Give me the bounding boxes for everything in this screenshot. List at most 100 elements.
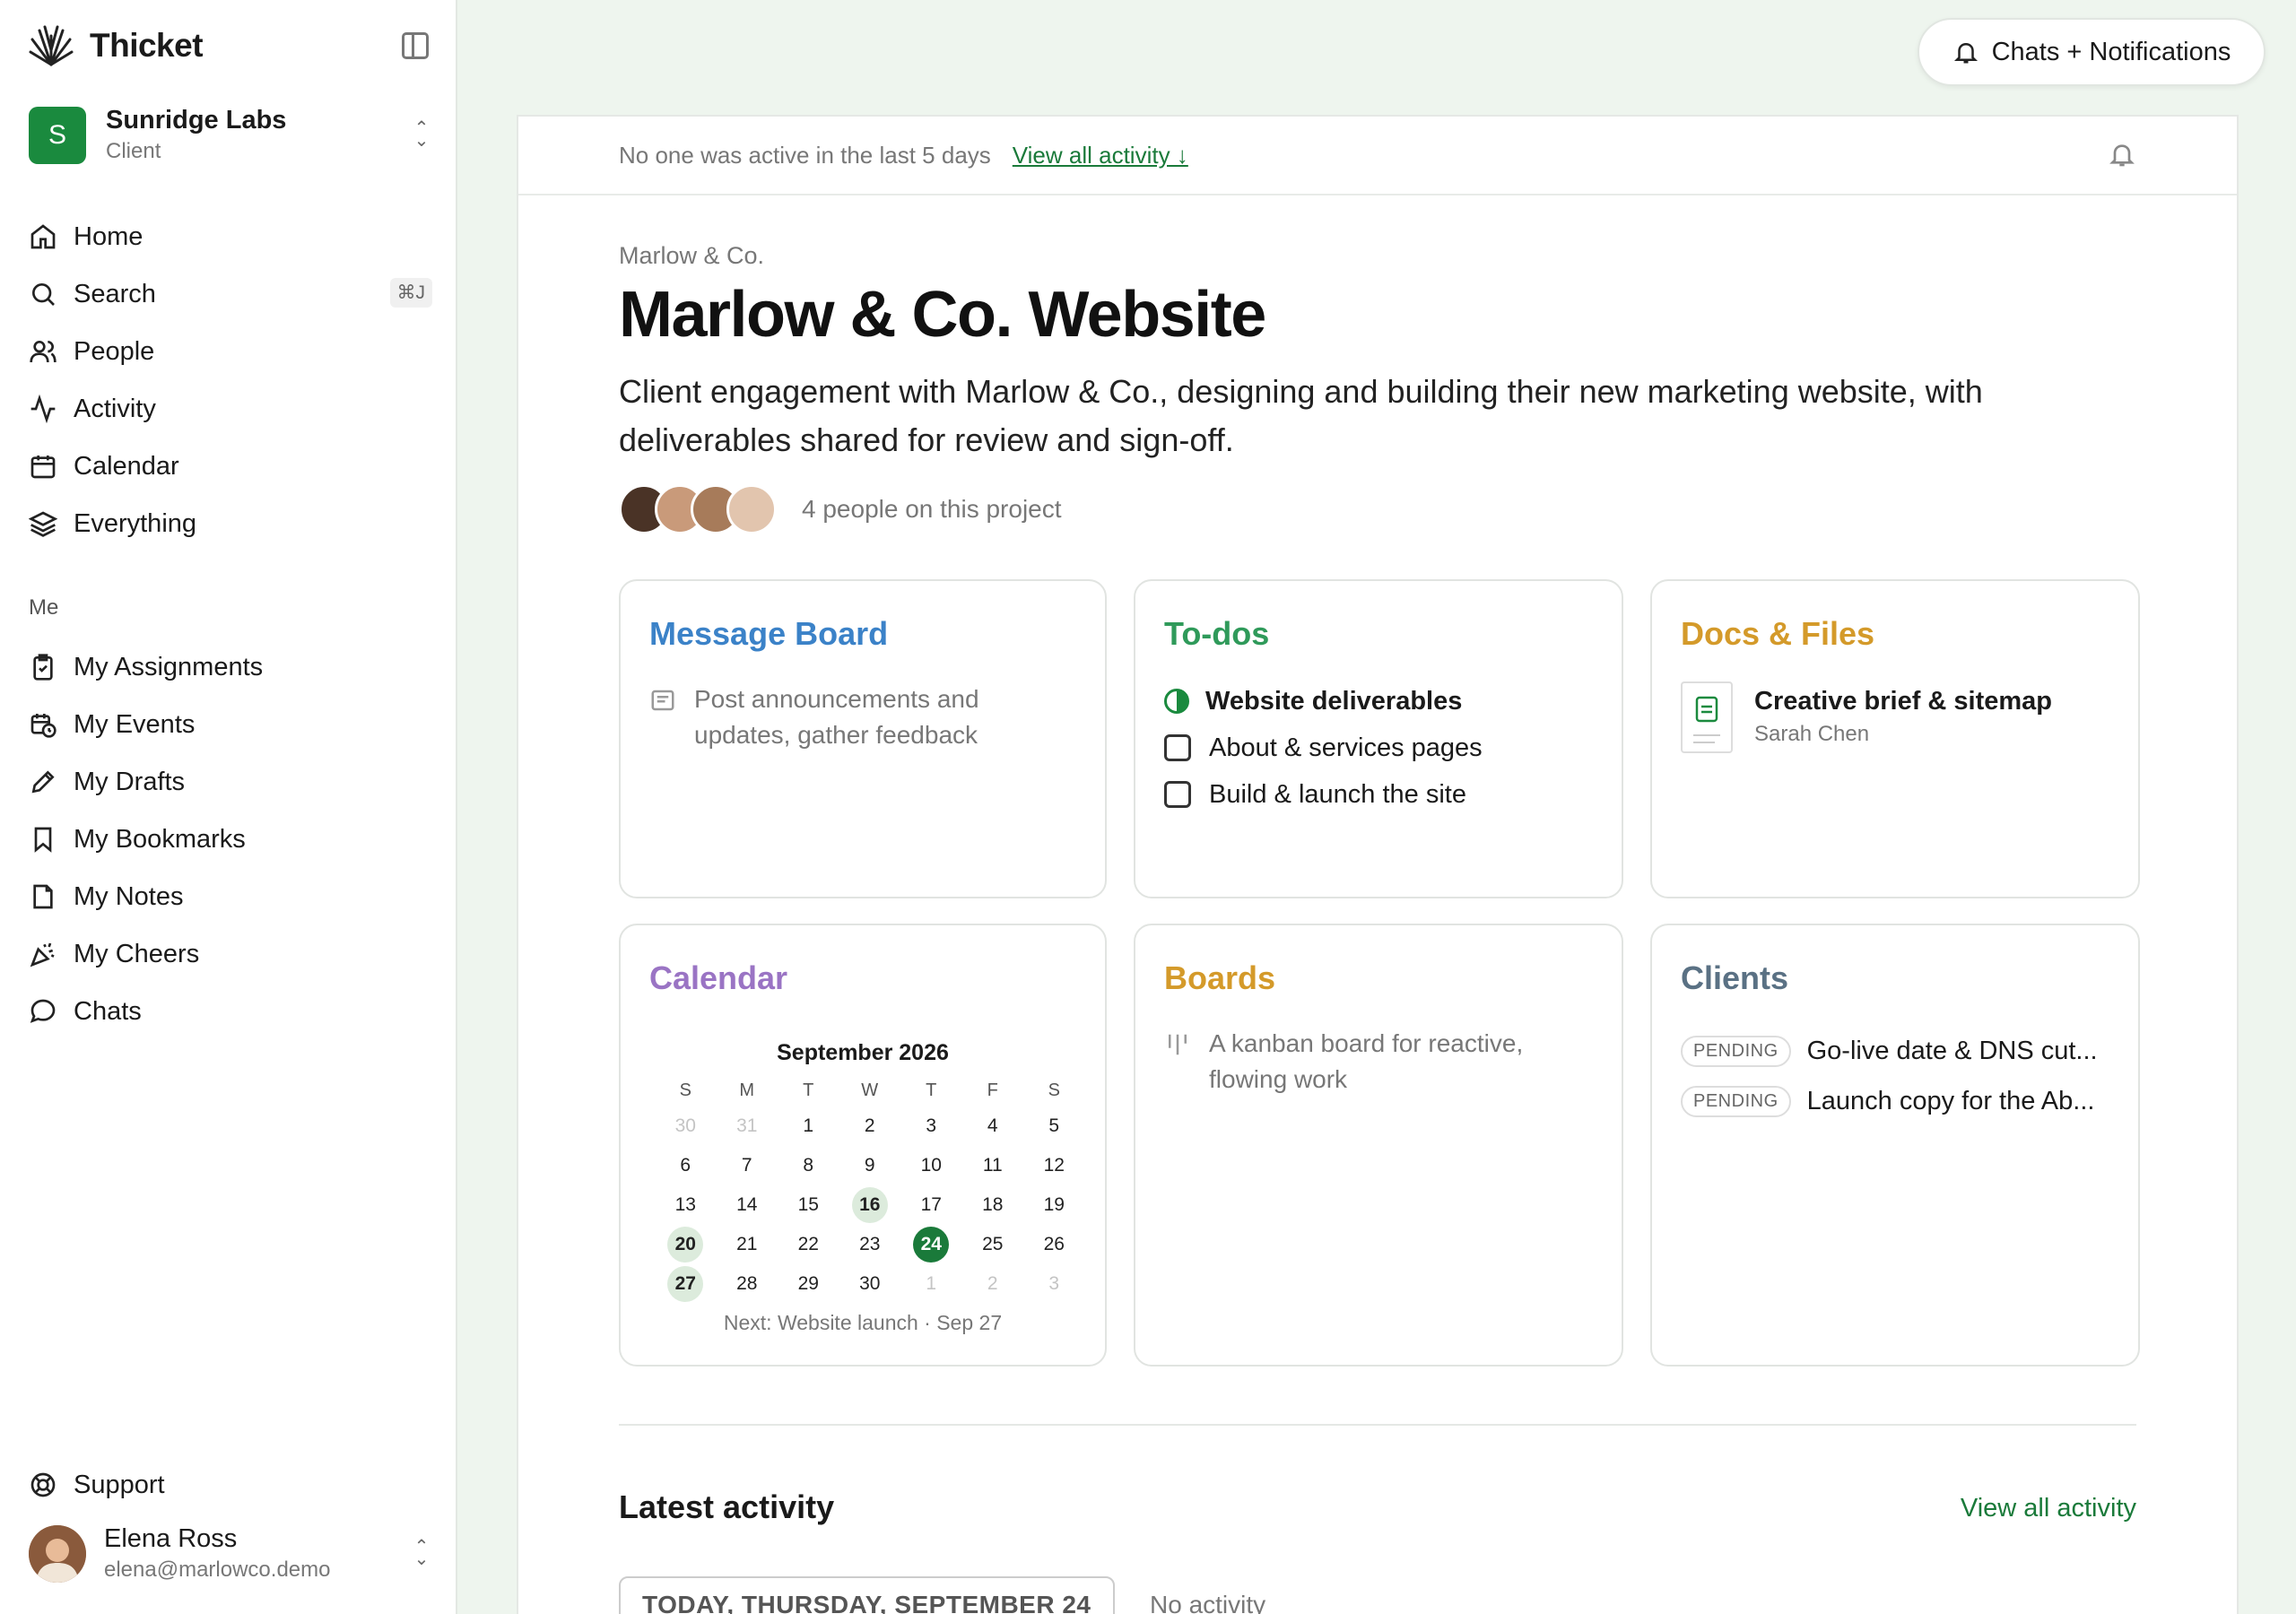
nav-people[interactable]: People xyxy=(29,323,432,380)
calendar-day[interactable]: 9 xyxy=(839,1146,901,1185)
nav-my-cheers[interactable]: My Cheers xyxy=(29,925,432,983)
divider xyxy=(619,1424,2136,1426)
chats-notifications-button[interactable]: Chats + Notifications xyxy=(1918,18,2266,86)
calendar-day[interactable]: 21 xyxy=(717,1225,778,1264)
todo-list[interactable]: Website deliverables xyxy=(1164,678,1483,725)
nav-my-bookmarks[interactable]: My Bookmarks xyxy=(29,811,432,868)
calendar-day[interactable]: 12 xyxy=(1023,1146,1085,1185)
project-people[interactable]: 4 people on this project xyxy=(619,484,1062,534)
view-all-activity-link[interactable]: View all activity xyxy=(1961,1494,2136,1523)
weekday-label: M xyxy=(739,1080,755,1100)
calendar-day[interactable]: 2 xyxy=(962,1264,1024,1304)
calendar-day[interactable]: 23 xyxy=(839,1225,901,1264)
nav-search[interactable]: Search ⌘J xyxy=(29,265,432,323)
card-description: A kanban board for reactive, flowing wor… xyxy=(1209,1029,1524,1093)
card-description: Post announcements and updates, gather f… xyxy=(694,685,979,749)
workspace-avatar: S xyxy=(29,106,86,164)
calendar-day[interactable]: 27 xyxy=(655,1264,717,1304)
home-icon xyxy=(30,224,56,249)
search-icon xyxy=(32,283,55,306)
view-all-activity-link[interactable]: View all activity ↓ xyxy=(1013,142,1188,169)
nav-my-drafts[interactable]: My Drafts xyxy=(29,753,432,811)
todo-text: About & services pages xyxy=(1209,733,1483,762)
calendar-day[interactable]: 28 xyxy=(717,1264,778,1304)
card-title: To-dos xyxy=(1164,615,1270,652)
nav-label: Support xyxy=(74,1470,165,1499)
calendar-day[interactable]: 18 xyxy=(962,1185,1024,1225)
sidebar-toggle-icon[interactable] xyxy=(402,32,429,59)
chevron-updown-icon: ⌃ ⌄ xyxy=(413,118,430,151)
nav-chats[interactable]: Chats xyxy=(29,983,432,1040)
calendar-day[interactable]: 22 xyxy=(778,1225,839,1264)
nav-label: Activity xyxy=(74,394,156,423)
calendar-day[interactable]: 3 xyxy=(1023,1264,1085,1304)
calendar-day[interactable]: 20 xyxy=(655,1225,717,1264)
calendar-clock-icon xyxy=(30,714,57,738)
party-popper-icon xyxy=(30,942,55,968)
calendar-day[interactable]: 17 xyxy=(900,1185,962,1225)
calendar-day[interactable]: 13 xyxy=(655,1185,717,1225)
calendar-card[interactable]: Calendar September 2026 S M T W T F S 30 31 1 2 3 4 5… xyxy=(619,924,1107,1367)
nav-everything[interactable]: Everything xyxy=(29,495,432,552)
calendar-icon xyxy=(30,456,56,479)
client-item[interactable]: PENDING Launch copy for the Ab... xyxy=(1681,1076,2120,1126)
calendar-day[interactable]: 5 xyxy=(1023,1106,1085,1146)
bell-icon[interactable] xyxy=(2108,140,2136,169)
file-item[interactable]: Creative brief & sitemap Sarah Chen xyxy=(1681,681,2052,753)
user-menu[interactable]: Elena Ross elena@marlowco.demo ⌃ ⌄ xyxy=(29,1524,432,1583)
calendar-day[interactable]: 6 xyxy=(655,1146,717,1185)
people-icon xyxy=(30,341,57,363)
calendar-day[interactable]: 3 xyxy=(900,1106,962,1146)
nav-home[interactable]: Home xyxy=(29,208,432,265)
calendar-day[interactable]: 1 xyxy=(900,1264,962,1304)
nav-activity[interactable]: Activity xyxy=(29,380,432,438)
calendar-day[interactable]: 1 xyxy=(778,1106,839,1146)
client-item[interactable]: PENDING Go-live date & DNS cut... xyxy=(1681,1026,2120,1076)
calendar-day[interactable]: 26 xyxy=(1023,1225,1085,1264)
activity-icon xyxy=(30,395,56,423)
sidebar: Thicket S Sunridge Labs Client ⌃ ⌄ Home S… xyxy=(0,0,457,1614)
nav-my-events[interactable]: My Events xyxy=(29,696,432,753)
support-nav: Support xyxy=(29,1456,432,1514)
calendar-day[interactable]: 24 xyxy=(900,1225,962,1264)
lifebuoy-icon xyxy=(30,1472,56,1497)
calendar-day[interactable]: 16 xyxy=(839,1185,901,1225)
chevron-updown-icon: ⌃ ⌄ xyxy=(413,1537,430,1569)
kanban-icon xyxy=(1169,1034,1187,1055)
document-icon xyxy=(1681,681,1733,753)
nav-calendar[interactable]: Calendar xyxy=(29,438,432,495)
checkbox[interactable] xyxy=(1164,734,1191,761)
calendar-day[interactable]: 31 xyxy=(717,1106,778,1146)
todo-item[interactable]: About & services pages xyxy=(1164,725,1483,771)
calendar-day[interactable]: 11 xyxy=(962,1146,1024,1185)
calendar-day[interactable]: 2 xyxy=(839,1106,901,1146)
calendar-day[interactable]: 30 xyxy=(839,1264,901,1304)
nav-label: My Assignments xyxy=(74,652,264,681)
todos-card[interactable]: To-dos Website deliverables About & serv… xyxy=(1134,579,1623,898)
app-name: Thicket xyxy=(90,27,204,64)
workspace-switcher[interactable]: S Sunridge Labs Client ⌃ ⌄ xyxy=(29,106,432,164)
clients-card[interactable]: Clients PENDING Go-live date & DNS cut..… xyxy=(1650,924,2140,1367)
calendar-day[interactable]: 7 xyxy=(717,1146,778,1185)
calendar-day[interactable]: 19 xyxy=(1023,1185,1085,1225)
calendar-day[interactable]: 4 xyxy=(962,1106,1024,1146)
nav-support[interactable]: Support xyxy=(29,1456,432,1514)
calendar-day[interactable]: 14 xyxy=(717,1185,778,1225)
file-author: Sarah Chen xyxy=(1754,722,1870,746)
message-board-card[interactable]: Message Board Post announcements and upd… xyxy=(619,579,1107,898)
nav-my-assignments[interactable]: My Assignments xyxy=(29,638,432,696)
calendar-day[interactable]: 10 xyxy=(900,1146,962,1185)
nav-my-notes[interactable]: My Notes xyxy=(29,868,432,925)
calendar-day[interactable]: 15 xyxy=(778,1185,839,1225)
brand[interactable]: Thicket xyxy=(29,23,204,68)
calendar-day[interactable]: 29 xyxy=(778,1264,839,1304)
checkbox[interactable] xyxy=(1164,781,1191,808)
todo-item[interactable]: Build & launch the site xyxy=(1164,771,1483,818)
card-title: Clients xyxy=(1681,959,1789,996)
docs-files-card[interactable]: Docs & Files Creative brief & sitemap Sa… xyxy=(1650,579,2140,898)
calendar-day[interactable]: 25 xyxy=(962,1225,1024,1264)
boards-card[interactable]: Boards A kanban board for reactive, flow… xyxy=(1134,924,1623,1367)
calendar-day[interactable]: 8 xyxy=(778,1146,839,1185)
calendar-day[interactable]: 30 xyxy=(655,1106,717,1146)
project-client[interactable]: Marlow & Co. xyxy=(619,242,764,270)
